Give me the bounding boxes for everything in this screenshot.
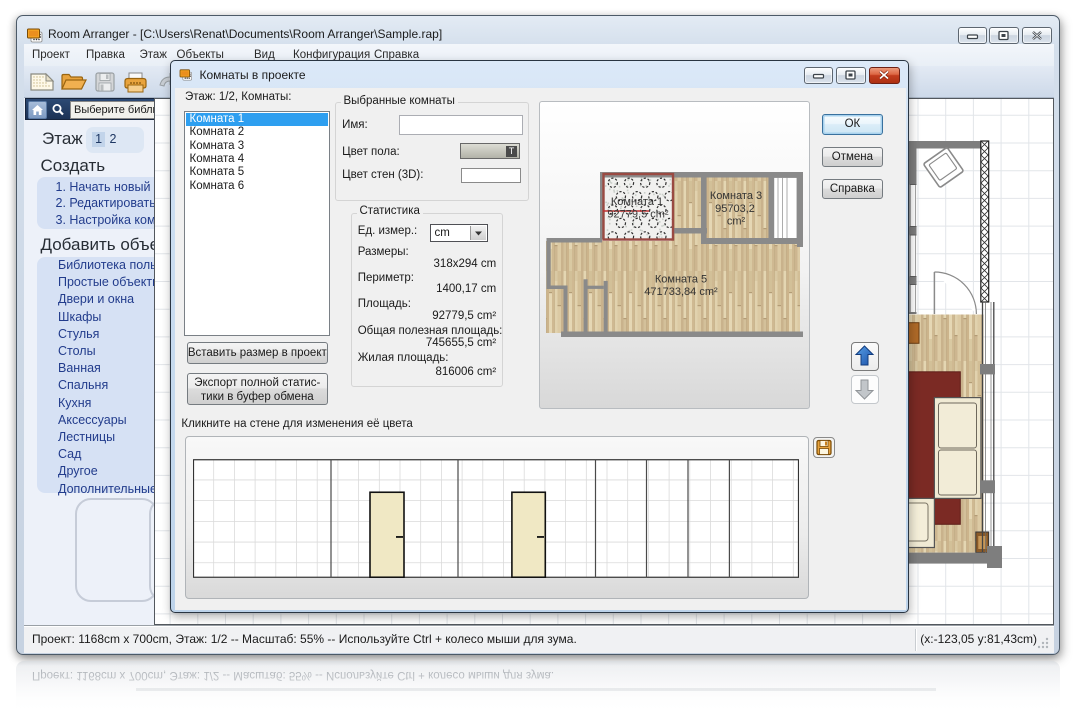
svg-text:Комната 1: Комната 1 [611, 196, 663, 208]
svg-text:cm²: cm² [727, 216, 746, 228]
svg-text:92779,5 cm²: 92779,5 cm² [607, 209, 668, 221]
svg-text:95703,2: 95703,2 [715, 203, 755, 215]
svg-text:Комната 3: Комната 3 [710, 190, 762, 202]
svg-text:471733,84 cm²: 471733,84 cm² [644, 286, 718, 298]
svg-text:Комната 5: Комната 5 [655, 274, 707, 286]
